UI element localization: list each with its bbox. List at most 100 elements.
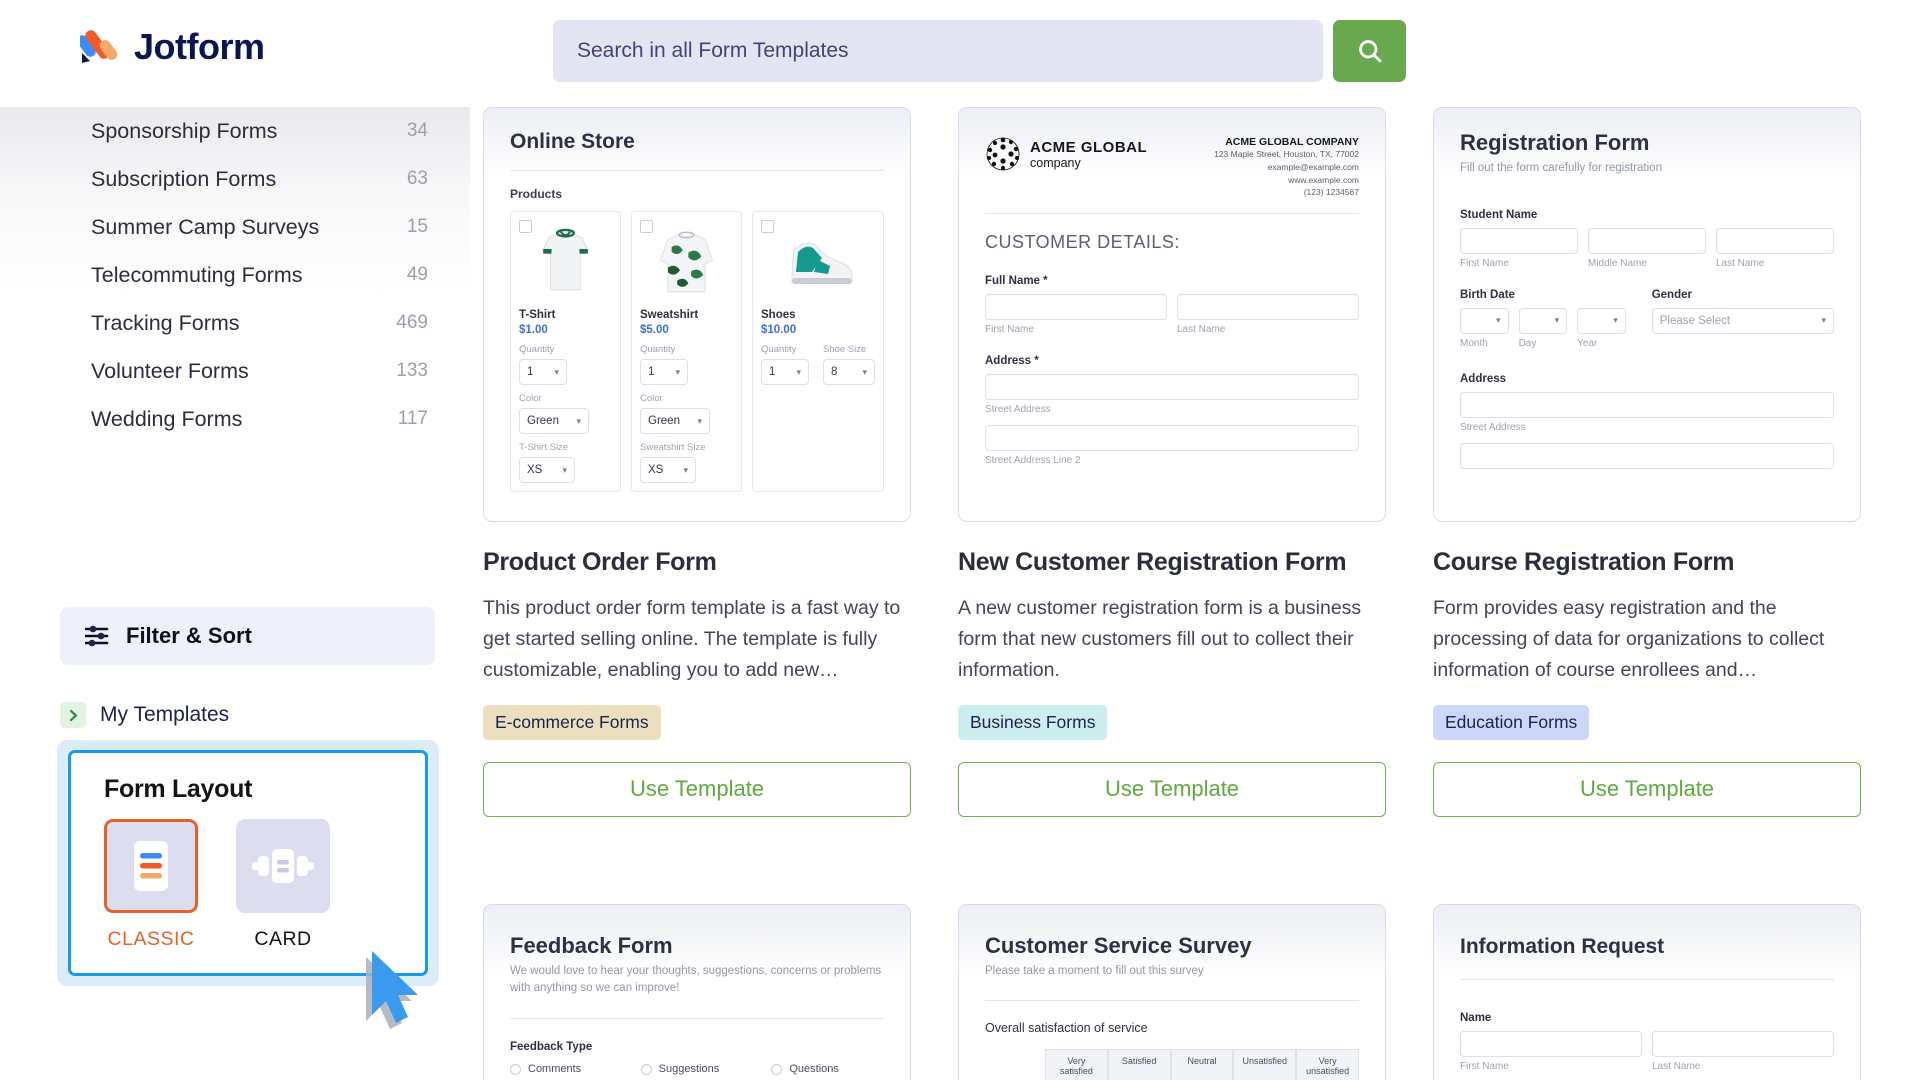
card-layout-icon (236, 819, 330, 913)
product-checkbox[interactable] (519, 220, 532, 233)
sidebar-category-item[interactable]: Tracking Forms 469 (0, 299, 470, 347)
template-title[interactable]: Product Order Form (483, 548, 911, 577)
first-name-input[interactable] (985, 294, 1167, 320)
field-sublabel: Street Address Line 2 (985, 455, 1081, 466)
first-name-input[interactable] (1460, 1031, 1642, 1057)
birth-date-label: Birth Date (1460, 288, 1515, 301)
sidebar-category-item[interactable]: Sponsorship Forms 34 (0, 107, 470, 155)
preview-heading: Information Request (1460, 935, 1665, 958)
shoe-size-select[interactable]: 8 ▾ (823, 359, 875, 385)
brand-logo[interactable]: Jotform (80, 26, 265, 68)
scale-option[interactable]: Very unsatisfied (1296, 1048, 1359, 1080)
middle-name-input[interactable] (1588, 227, 1706, 254)
first-name-input[interactable] (1460, 227, 1578, 254)
scale-option[interactable]: Unsatisfied (1233, 1048, 1297, 1080)
sidebar-category-label: Tracking Forms (91, 310, 240, 335)
quantity-select[interactable]: 1 ▾ (519, 359, 567, 385)
acme-email: example@example.com (1267, 161, 1359, 172)
scale-option[interactable]: Very satisfied (1045, 1048, 1108, 1080)
sidebar-category-count: 63 (406, 168, 428, 189)
tshirt-image (542, 228, 589, 291)
sidebar-category-item[interactable]: Subscription Forms 63 (0, 155, 470, 203)
chevron-down-icon: ▾ (576, 415, 581, 426)
quantity-value: 1 (769, 366, 776, 378)
scale-option[interactable]: Neutral (1170, 1048, 1234, 1080)
layout-option-classic[interactable]: CLASSIC (104, 819, 198, 951)
sidebar-category-item[interactable]: Telecommuting Forms 49 (0, 251, 470, 299)
radio-questions[interactable] (771, 1063, 783, 1075)
gender-select[interactable]: Please Select ▾ (1651, 307, 1834, 334)
template-tag[interactable]: Business Forms (958, 704, 1108, 740)
sidebar-category-count: 469 (396, 312, 428, 333)
field-sublabel: Day (1518, 337, 1537, 349)
search-input[interactable] (553, 20, 1323, 82)
template-preview[interactable]: Information Request Name First Name Last… (1433, 904, 1861, 1080)
divider (1460, 979, 1834, 980)
my-templates-toggle[interactable]: My Templates (60, 702, 229, 728)
birth-month-select[interactable]: ▾ (1460, 307, 1509, 334)
scale-option[interactable]: Satisfied (1107, 1048, 1171, 1080)
option-label: Questions (789, 1063, 839, 1076)
street-address-input[interactable] (985, 374, 1359, 400)
option-label: Comments (528, 1063, 582, 1076)
acme-company: ACME GLOBAL COMPANY (1225, 136, 1359, 148)
sidebar-category-item[interactable]: Volunteer Forms 133 (0, 347, 470, 395)
layout-option-card[interactable]: CARD (236, 819, 330, 951)
product-checkbox[interactable] (761, 220, 774, 233)
last-name-input[interactable] (1716, 227, 1834, 254)
chevron-down-icon: ▾ (862, 366, 867, 377)
product-checkbox[interactable] (640, 220, 653, 233)
field-label: Address * (985, 355, 1039, 367)
chevron-down-icon: ▾ (1821, 315, 1826, 326)
option-label: Suggestions (658, 1063, 720, 1076)
use-template-button[interactable]: Use Template (1433, 761, 1861, 817)
template-description: Form provides easy registration and the … (1433, 597, 1825, 682)
use-template-button[interactable]: Use Template (483, 761, 911, 817)
template-preview[interactable]: ACME GLOBAL company ACME GLOBAL COMPANY … (958, 107, 1386, 522)
sidebar-category-item[interactable]: Wedding Forms 117 (0, 395, 470, 443)
template-preview[interactable]: Feedback Form We would love to hear your… (483, 904, 911, 1080)
search-button[interactable] (1333, 20, 1406, 82)
birth-year-select[interactable]: ▾ (1577, 307, 1626, 334)
quantity-select[interactable]: 1 ▾ (761, 359, 809, 385)
quantity-select[interactable]: 1 ▾ (640, 359, 688, 385)
search-icon (1358, 40, 1381, 63)
street-address-2-input[interactable] (1460, 442, 1834, 469)
field-sublabel: Last Name (1177, 324, 1226, 335)
product-name: T-Shirt (519, 309, 556, 321)
last-name-input[interactable] (1652, 1031, 1834, 1057)
template-tag[interactable]: E-commerce Forms (483, 704, 661, 740)
template-title[interactable]: New Customer Registration Form (958, 548, 1386, 577)
sidebar-category-item[interactable]: Summer Camp Surveys 15 (0, 203, 470, 251)
gender-value: Please Select (1659, 314, 1731, 327)
template-preview[interactable]: Registration Form Fill out the form care… (1433, 107, 1861, 522)
product-column: T-Shirt $1.00 Quantity 1 ▾ Color Green ▾… (510, 211, 621, 492)
template-title[interactable]: Course Registration Form (1433, 548, 1861, 577)
birth-day-select[interactable]: ▾ (1518, 307, 1568, 334)
color-select[interactable]: Green ▾ (640, 408, 710, 434)
filter-sort-button[interactable]: Filter & Sort (60, 607, 435, 665)
chevron-down-icon: ▾ (683, 464, 688, 475)
template-preview[interactable]: Customer Service Survey Please take a mo… (958, 904, 1386, 1080)
size-select[interactable]: XS ▾ (519, 457, 575, 483)
sidebar-category-label: Summer Camp Surveys (91, 214, 320, 239)
address-label: Address (1460, 372, 1507, 385)
color-select[interactable]: Green ▾ (519, 408, 589, 434)
radio-suggestions[interactable] (640, 1063, 652, 1075)
app-header: Jotform (0, 0, 1920, 107)
color-label: Color (640, 393, 663, 404)
sidebar-category-count: 117 (397, 408, 428, 429)
template-preview[interactable]: Online Store Products T-Shirt $1.00 Quan… (483, 107, 911, 522)
quantity-value: 1 (648, 366, 655, 378)
field-sublabel: Year (1577, 337, 1598, 349)
last-name-input[interactable] (1177, 294, 1359, 320)
radio-comments[interactable] (510, 1063, 521, 1075)
preview-subheading: Fill out the form carefully for registra… (1460, 162, 1662, 174)
street-address-2-input[interactable] (985, 425, 1359, 451)
template-card: Feedback Form We would love to hear your… (483, 904, 911, 1080)
street-address-input[interactable] (1460, 391, 1834, 418)
template-tag[interactable]: Education Forms (1433, 704, 1590, 740)
use-template-button[interactable]: Use Template (958, 761, 1386, 817)
size-select[interactable]: XS ▾ (640, 457, 696, 483)
shoes-image (791, 242, 853, 284)
